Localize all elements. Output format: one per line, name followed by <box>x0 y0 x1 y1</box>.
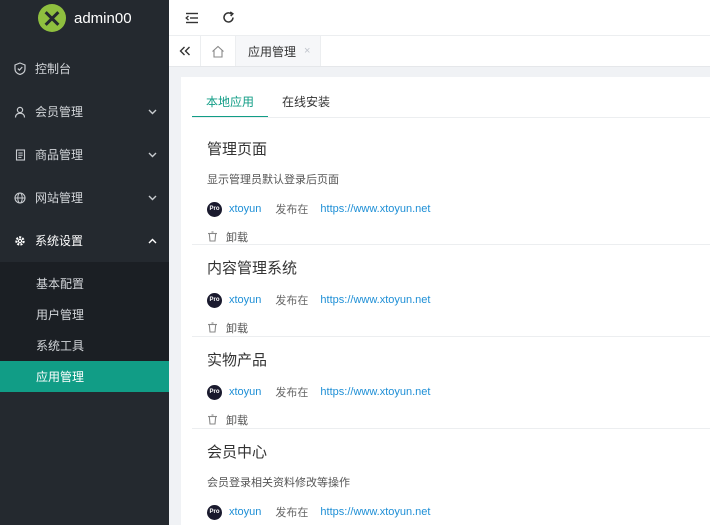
app-title: 管理页面 <box>207 141 268 158</box>
published-label: 发布在 <box>275 387 309 399</box>
sidebar-subitem-basic-config[interactable]: 基本配置 <box>0 268 169 299</box>
divider <box>192 336 710 337</box>
website-link[interactable]: https://www.xtoyun.net <box>320 294 430 306</box>
app-card: 实物产品 Pro xtoyun 发布在 https://www.xtoyun.n… <box>207 349 710 428</box>
system-settings-submenu: 基本配置 用户管理 系统工具 应用管理 <box>0 262 169 392</box>
logo[interactable]: admin00 <box>0 0 169 36</box>
website-link[interactable]: https://www.xtoyun.net <box>320 203 430 215</box>
divider <box>192 428 710 429</box>
globe-icon <box>13 191 27 205</box>
trash-icon <box>207 414 219 426</box>
uninstall-label: 卸载 <box>226 415 248 427</box>
sidebar-item-label: 控制台 <box>35 62 72 76</box>
published-label: 发布在 <box>275 204 309 216</box>
tab-online-install[interactable]: 在线安装 <box>268 88 344 118</box>
app-name: admin00 <box>74 9 132 27</box>
refresh-icon[interactable] <box>219 9 237 27</box>
author-link[interactable]: xtoyun <box>229 294 261 306</box>
app-meta: Pro xtoyun 发布在 https://www.xtoyun.net <box>207 292 710 308</box>
sidebar-subitem-app-management[interactable]: 应用管理 <box>0 361 169 392</box>
author-link[interactable]: xtoyun <box>229 203 261 215</box>
sidebar-item-dashboard[interactable]: 控制台 <box>0 47 169 90</box>
chevron-down-icon <box>147 150 157 160</box>
pro-badge-icon: Pro <box>207 201 222 217</box>
published-label: 发布在 <box>275 295 309 307</box>
tab-bar: 应用管理 × <box>169 36 710 67</box>
uninstall-button[interactable]: 卸载 <box>207 412 710 428</box>
divider <box>192 244 710 245</box>
app-title: 会员中心 <box>207 444 268 461</box>
sidebar-item-label: 网站管理 <box>35 191 84 205</box>
sidebar: admin00 控制台 会员管理 商品管理 网站管理 系统设置 基本配置 用户管… <box>0 0 169 525</box>
collapse-menu-icon[interactable] <box>183 9 201 27</box>
app-description: 会员登录相关资料修改等操作 <box>207 477 350 489</box>
pro-badge-icon: Pro <box>207 292 222 308</box>
sidebar-item-website[interactable]: 网站管理 <box>0 176 169 219</box>
app-card: 会员中心 会员登录相关资料修改等操作 Pro xtoyun 发布在 https:… <box>207 441 710 520</box>
tab-label: 应用管理 <box>248 44 297 59</box>
sidebar-subitem-system-tools[interactable]: 系统工具 <box>0 330 169 361</box>
trash-icon <box>207 322 219 334</box>
sidebar-item-label: 系统设置 <box>35 234 84 248</box>
app-meta: Pro xtoyun 发布在 https://www.xtoyun.net <box>207 201 710 217</box>
uninstall-label: 卸载 <box>226 323 248 335</box>
author-link[interactable]: xtoyun <box>229 386 261 398</box>
sidebar-item-label: 商品管理 <box>35 148 84 162</box>
app-meta: Pro xtoyun 发布在 https://www.xtoyun.net <box>207 384 710 400</box>
sidebar-item-products[interactable]: 商品管理 <box>0 133 169 176</box>
author-link[interactable]: xtoyun <box>229 506 261 518</box>
document-icon <box>13 148 27 162</box>
top-bar <box>169 0 710 36</box>
pro-badge-icon: Pro <box>207 504 222 520</box>
gear-icon <box>13 234 27 248</box>
main-content: 本地应用 在线安装 管理页面 显示管理员默认登录后页面 Pro xtoyun 发… <box>181 77 710 525</box>
tabs-scroll-left-icon[interactable] <box>169 36 201 66</box>
sidebar-item-system-settings[interactable]: 系统设置 <box>0 219 169 262</box>
divider <box>192 117 710 118</box>
app-card: 管理页面 显示管理员默认登录后页面 Pro xtoyun 发布在 https:/… <box>207 138 710 245</box>
app-meta: Pro xtoyun 发布在 https://www.xtoyun.net <box>207 504 710 520</box>
app-card: 内容管理系统 Pro xtoyun 发布在 https://www.xtoyun… <box>207 257 710 336</box>
app-title: 实物产品 <box>207 352 268 369</box>
home-icon[interactable] <box>201 36 236 66</box>
trash-icon <box>207 231 219 243</box>
tab-app-management[interactable]: 应用管理 × <box>236 36 322 66</box>
app-description: 显示管理员默认登录后页面 <box>207 174 339 186</box>
pro-badge-icon: Pro <box>207 384 222 400</box>
website-link[interactable]: https://www.xtoyun.net <box>320 506 430 518</box>
close-icon[interactable]: × <box>304 45 310 57</box>
chevron-down-icon <box>147 107 157 117</box>
sidebar-subitem-user-management[interactable]: 用户管理 <box>0 299 169 330</box>
shield-icon <box>13 62 27 76</box>
sidebar-item-members[interactable]: 会员管理 <box>0 90 169 133</box>
uninstall-button[interactable]: 卸载 <box>207 320 710 336</box>
user-icon <box>13 105 27 119</box>
uninstall-button[interactable]: 卸载 <box>207 229 710 245</box>
chevron-down-icon <box>147 193 157 203</box>
uninstall-label: 卸载 <box>226 232 248 244</box>
app-subtabs: 本地应用 在线安装 <box>192 88 344 118</box>
sidebar-item-label: 会员管理 <box>35 105 84 119</box>
chevron-up-icon <box>147 236 157 246</box>
app-title: 内容管理系统 <box>207 260 298 277</box>
published-label: 发布在 <box>275 507 309 519</box>
website-link[interactable]: https://www.xtoyun.net <box>320 386 430 398</box>
tab-local-apps[interactable]: 本地应用 <box>192 88 269 118</box>
xbox-logo-icon <box>38 4 66 32</box>
